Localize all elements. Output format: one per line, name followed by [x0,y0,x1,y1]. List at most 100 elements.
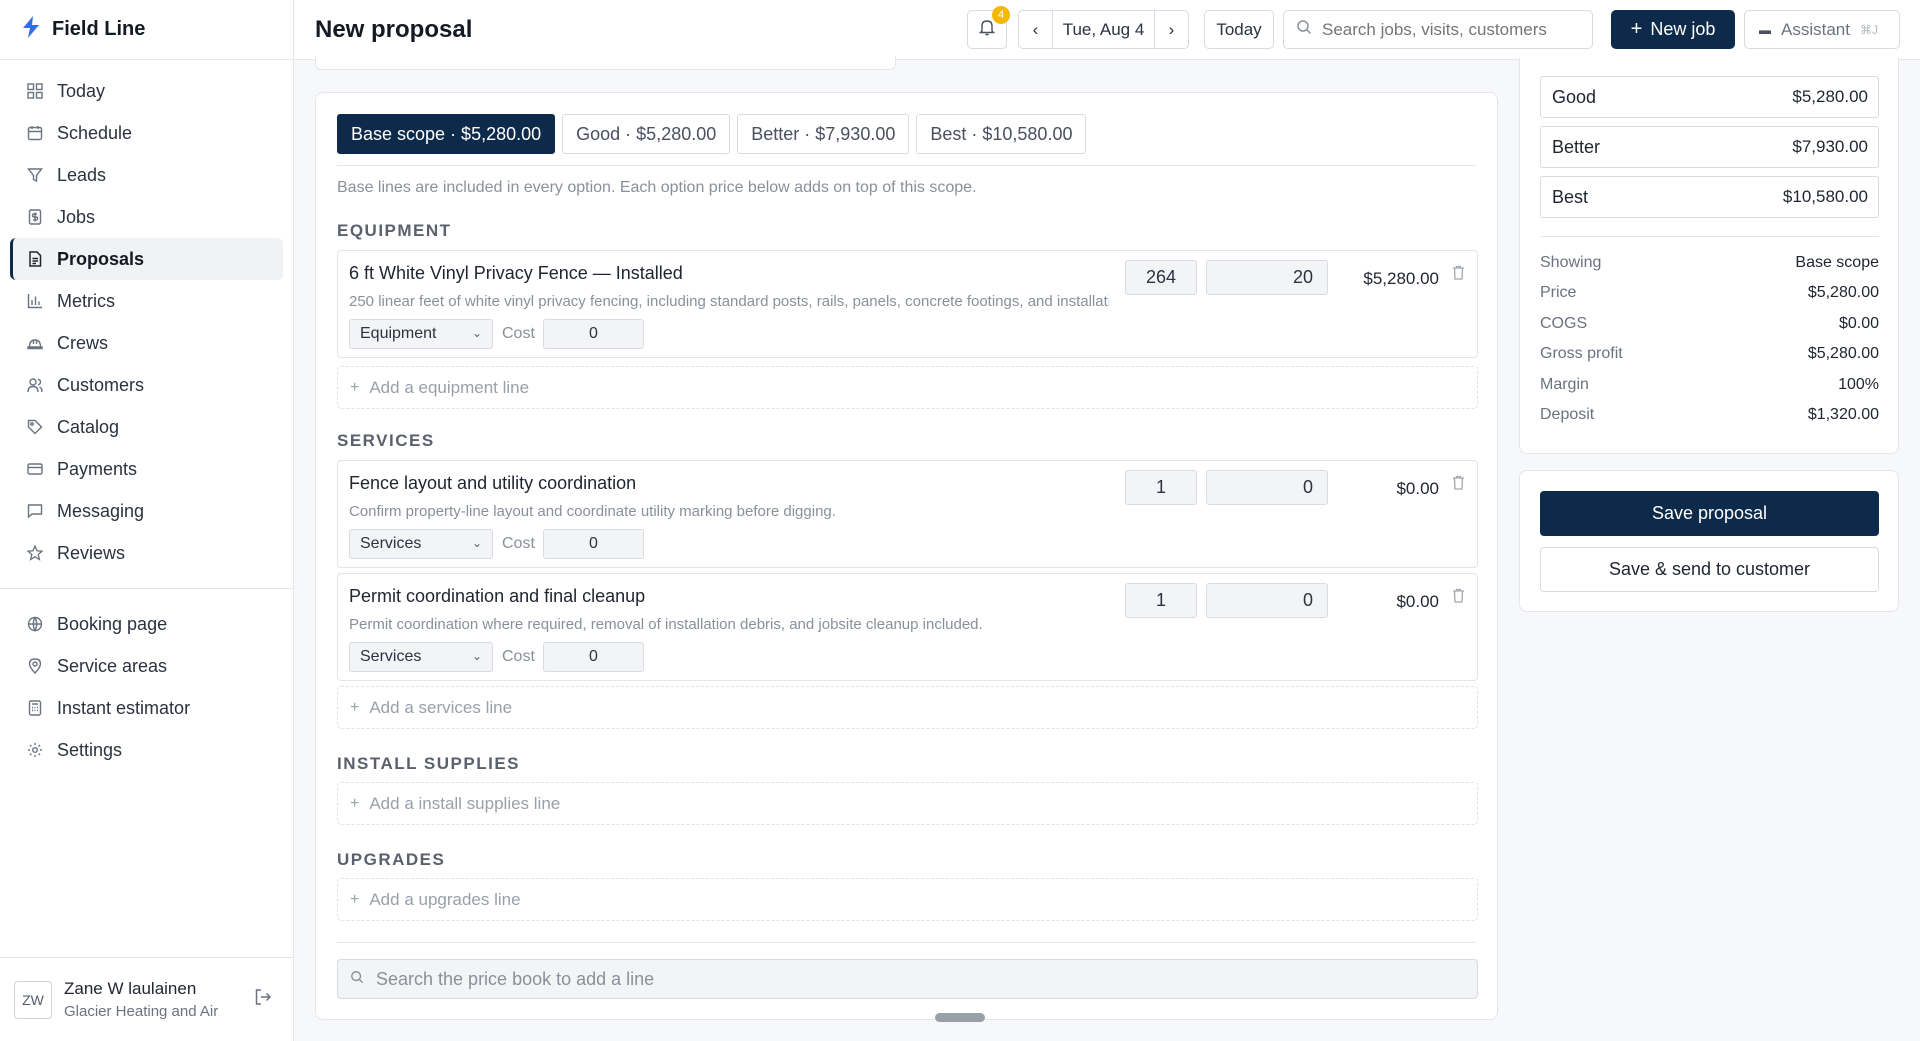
sidebar-item-messaging[interactable]: Messaging [10,490,283,532]
summary-label: Price [1540,284,1577,301]
sidebar-item-jobs[interactable]: Jobs [10,196,283,238]
chevron-down-icon: ⌄ [471,649,482,663]
sidebar-item-label: Jobs [57,206,96,227]
assistant-button[interactable]: ▬ Assistant ⌘J [1744,10,1900,49]
notifications-button[interactable]: 4 [967,6,1010,49]
summary-label: COGS [1540,315,1588,332]
add-line-label: Add a install supplies line [369,793,561,813]
unit-price-input[interactable]: 0 [1206,470,1328,505]
plus-icon: + [1630,18,1643,40]
add-equipment-line-button[interactable]: + Add a equipment line [337,366,1478,409]
tab-best[interactable]: Best · $10,580.00 [916,114,1087,154]
card-icon [24,458,46,480]
line-total: $0.00 [1396,592,1439,611]
cost-input[interactable]: 0 [543,529,644,559]
line-description[interactable]: Confirm property-line layout and coordin… [349,503,1109,520]
sidebar-item-label: Metrics [57,290,115,311]
scroll-handle[interactable] [935,1013,985,1022]
sidebar: Field Line Today Schedule Leads Jobs Pro… [0,0,294,1041]
quantity-input[interactable]: 264 [1125,260,1197,295]
sidebar-item-label: Settings [57,739,123,760]
sidebar-item-booking-page[interactable]: Booking page [10,603,283,645]
line-description[interactable]: Permit coordination where required, remo… [349,616,1109,633]
line-title[interactable]: Fence layout and utility coordination [349,473,636,494]
category-select[interactable]: Services ⌄ [349,642,493,672]
summary-label: Showing [1540,254,1602,271]
sidebar-item-settings[interactable]: Settings [10,729,283,771]
add-services-line-button[interactable]: + Add a services line [337,686,1478,729]
avatar: ZW [14,980,52,1019]
category-value: Services [360,535,422,552]
category-select[interactable]: Equipment ⌄ [349,319,493,349]
sidebar-item-service-areas[interactable]: Service areas [10,645,283,687]
section-title-upgrades: UPGRADES [337,850,446,869]
price-book-placeholder: Search the price book to add a line [376,968,655,989]
sidebar-item-label: Reviews [57,542,126,563]
today-button[interactable]: Today [1204,10,1274,49]
sidebar-item-instant-estimator[interactable]: Instant estimator [10,687,283,729]
add-line-label: Add a services line [369,697,513,717]
previous-day-button[interactable]: ‹ [1019,11,1053,48]
logout-icon[interactable] [254,988,272,1011]
category-value: Services [360,648,422,665]
quantity-input[interactable]: 1 [1125,583,1197,618]
next-day-button[interactable]: › [1153,11,1188,48]
option-row-best[interactable]: Best $10,580.00 [1540,176,1879,218]
new-job-button[interactable]: + New job [1611,10,1735,49]
tab-good[interactable]: Good · $5,280.00 [562,114,731,154]
user-profile[interactable]: ZW Zane W laulainen Glacier Heating and … [0,957,294,1041]
plus-icon: + [350,794,360,812]
global-search[interactable] [1283,10,1593,49]
add-upgrades-line-button[interactable]: + Add a upgrades line [337,878,1478,921]
sidebar-item-proposals[interactable]: Proposals [10,238,283,280]
sidebar-item-crews[interactable]: Crews [10,322,283,364]
summary-row-cogs: COGS $0.00 [1540,315,1879,333]
save-proposal-button[interactable]: Save proposal [1540,491,1879,536]
unit-price-input[interactable]: 0 [1206,583,1328,618]
sidebar-item-customers[interactable]: Customers [10,364,283,406]
plus-icon: + [350,378,360,396]
hard-hat-icon [24,332,46,354]
chat-icon [24,500,46,522]
sidebar-item-today[interactable]: Today [10,70,283,112]
tab-base-scope[interactable]: Base scope · $5,280.00 [337,114,556,154]
brand[interactable]: Field Line [0,0,293,60]
line-description[interactable]: 250 linear feet of white vinyl privacy f… [349,293,1109,310]
trash-icon[interactable] [1452,475,1465,494]
sidebar-item-reviews[interactable]: Reviews [10,532,283,574]
trash-icon[interactable] [1452,265,1465,284]
trash-icon[interactable] [1452,588,1465,607]
sidebar-item-metrics[interactable]: Metrics [10,280,283,322]
assistant-shortcut: ⌘J [1859,22,1878,37]
price-book-search[interactable]: Search the price book to add a line [337,959,1478,999]
search-input[interactable] [1322,19,1562,40]
option-row-good[interactable]: Good $5,280.00 [1540,76,1879,118]
save-and-send-button[interactable]: Save & send to customer [1540,547,1879,592]
cost-input[interactable]: 0 [543,642,644,672]
sidebar-item-leads[interactable]: Leads [10,154,283,196]
user-org: Glacier Heating and Air [64,1003,219,1020]
line-title[interactable]: Permit coordination and final cleanup [349,586,645,607]
summary-row-deposit: Deposit $1,320.00 [1540,406,1879,424]
category-select[interactable]: Services ⌄ [349,529,493,559]
gear-icon [24,739,46,761]
sidebar-item-schedule[interactable]: Schedule [10,112,283,154]
add-install-supplies-line-button[interactable]: + Add a install supplies line [337,782,1478,825]
unit-price-input[interactable]: 20 [1206,260,1328,295]
cost-input[interactable]: 0 [543,319,644,349]
summary-value: Base scope [1795,254,1879,271]
globe-icon [24,613,46,635]
cost-label: Cost [502,648,535,665]
current-date[interactable]: Tue, Aug 4 [1063,20,1145,40]
proposal-editor: Base scope · $5,280.00 Good · $5,280.00 … [315,92,1498,1020]
tab-better[interactable]: Better · $7,930.00 [737,114,910,154]
sidebar-item-payments[interactable]: Payments [10,448,283,490]
option-row-better[interactable]: Better $7,930.00 [1540,126,1879,168]
sidebar-item-catalog[interactable]: Catalog [10,406,283,448]
bell-icon [978,18,996,41]
option-label: Good [1552,86,1597,107]
summary-row-margin: Margin 100% [1540,376,1879,394]
line-title[interactable]: 6 ft White Vinyl Privacy Fence — Install… [349,263,683,284]
summary-label: Deposit [1540,406,1595,423]
quantity-input[interactable]: 1 [1125,470,1197,505]
